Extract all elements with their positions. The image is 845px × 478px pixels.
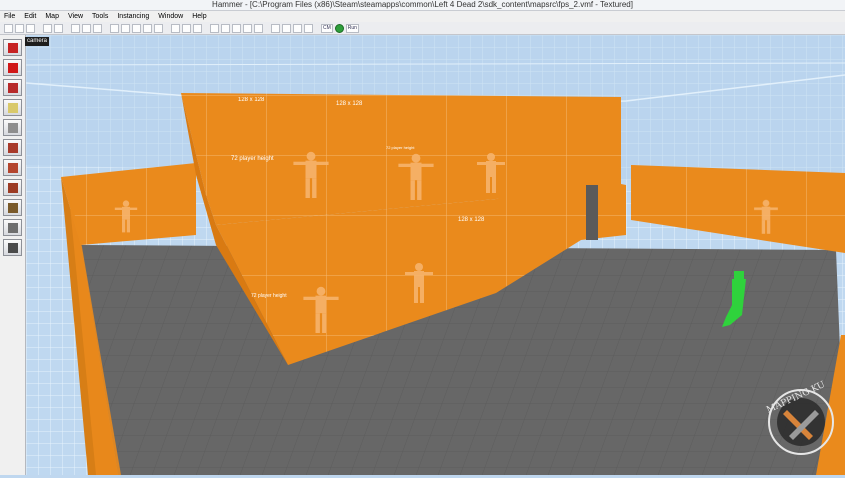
- menu-help[interactable]: Help: [192, 11, 206, 22]
- ungroup-icon[interactable]: [132, 23, 141, 33]
- clip-icon: [8, 223, 18, 233]
- hide-icon[interactable]: [143, 23, 152, 33]
- camera-2d-icon[interactable]: [210, 23, 219, 33]
- magnify-icon: [8, 63, 18, 73]
- toolbar-separator: [315, 24, 319, 33]
- texture-tool[interactable]: [3, 139, 22, 156]
- game-icon[interactable]: [304, 23, 313, 33]
- toolbar-separator: [265, 24, 269, 33]
- new-icon[interactable]: [4, 23, 13, 33]
- camera-tooltip: camera: [25, 37, 50, 46]
- group-icon[interactable]: [121, 23, 130, 33]
- toolbar-separator: [165, 24, 169, 33]
- 3d-textured-icon[interactable]: [243, 23, 252, 33]
- toolbar-separator: [37, 24, 41, 33]
- 3d-polygon-icon[interactable]: [232, 23, 241, 33]
- entity-report-icon[interactable]: [271, 23, 280, 33]
- texture-icon: [8, 143, 18, 153]
- run-label[interactable]: Run: [345, 23, 359, 33]
- copy-icon[interactable]: [82, 23, 91, 33]
- grid-icon[interactable]: [171, 23, 180, 33]
- 3d-scene: 128 x 128 128 x 128 128 x 128 72 player …: [25, 35, 845, 475]
- pointer-icon: [8, 43, 18, 53]
- cut-icon[interactable]: [71, 23, 80, 33]
- run-map-button[interactable]: [334, 23, 344, 33]
- redo-icon[interactable]: [54, 23, 63, 33]
- menu-view[interactable]: View: [68, 11, 83, 22]
- menu-edit[interactable]: Edit: [24, 11, 36, 22]
- 3d-wireframe-icon[interactable]: [221, 23, 230, 33]
- check-map-icon[interactable]: [282, 23, 291, 33]
- wall-label-grid-3: 128 x 128: [458, 217, 485, 223]
- 3d-viewport[interactable]: 128 x 128 128 x 128 128 x 128 72 player …: [25, 35, 845, 475]
- wall-label-player-2: 72 player height: [386, 145, 415, 150]
- block-icon: [8, 123, 18, 133]
- compile-icon[interactable]: [293, 23, 302, 33]
- wall-label-player-3: 72 player height: [251, 293, 287, 299]
- undo-icon[interactable]: [43, 23, 52, 33]
- toolbar-separator: [104, 24, 108, 33]
- menu-window[interactable]: Window: [158, 11, 183, 22]
- tool-palette: [0, 35, 26, 475]
- decal-icon: [8, 183, 18, 193]
- toolbar-separator: [65, 24, 69, 33]
- decal-tool[interactable]: [3, 179, 22, 196]
- wall-label-grid-1: 128 x 128: [238, 97, 265, 103]
- apply-texture-icon: [8, 163, 18, 173]
- 3d-lighting-icon[interactable]: [254, 23, 263, 33]
- clip-tool[interactable]: [3, 219, 22, 236]
- camera-tool[interactable]: [3, 79, 22, 96]
- texture-lock-icon[interactable]: [154, 23, 163, 33]
- menu-bar: File Edit Map View Tools Instancing Wind…: [0, 11, 845, 22]
- menu-instancing[interactable]: Instancing: [117, 11, 149, 22]
- paste-icon[interactable]: [93, 23, 102, 33]
- camera-icon: [8, 83, 18, 93]
- entity-tool[interactable]: [3, 99, 22, 116]
- block-tool[interactable]: [3, 119, 22, 136]
- toolbar-separator: [204, 24, 208, 33]
- entity-light-icon: [8, 103, 18, 113]
- menu-tools[interactable]: Tools: [92, 11, 108, 22]
- main-toolbar: CM Run: [0, 22, 845, 35]
- wall-label-player-1: 72 player height: [231, 156, 274, 162]
- vertex-tool[interactable]: [3, 239, 22, 256]
- carve-icon[interactable]: [110, 23, 119, 33]
- open-icon[interactable]: [15, 23, 24, 33]
- cubemap-button[interactable]: CM: [321, 23, 333, 33]
- window-title: Hammer - [C:\Program Files (x86)\Steam\s…: [0, 0, 845, 11]
- grid-larger-icon[interactable]: [193, 23, 202, 33]
- menu-map[interactable]: Map: [45, 11, 59, 22]
- vertex-icon: [8, 243, 18, 253]
- wall-label-grid-2: 128 x 128: [336, 101, 363, 107]
- overlay-tool[interactable]: [3, 199, 22, 216]
- selection-tool[interactable]: [3, 39, 22, 56]
- save-icon[interactable]: [26, 23, 35, 33]
- grid-smaller-icon[interactable]: [182, 23, 191, 33]
- overlay-icon: [8, 203, 18, 213]
- menu-file[interactable]: File: [4, 11, 15, 22]
- magnify-tool[interactable]: [3, 59, 22, 76]
- apply-texture-tool[interactable]: [3, 159, 22, 176]
